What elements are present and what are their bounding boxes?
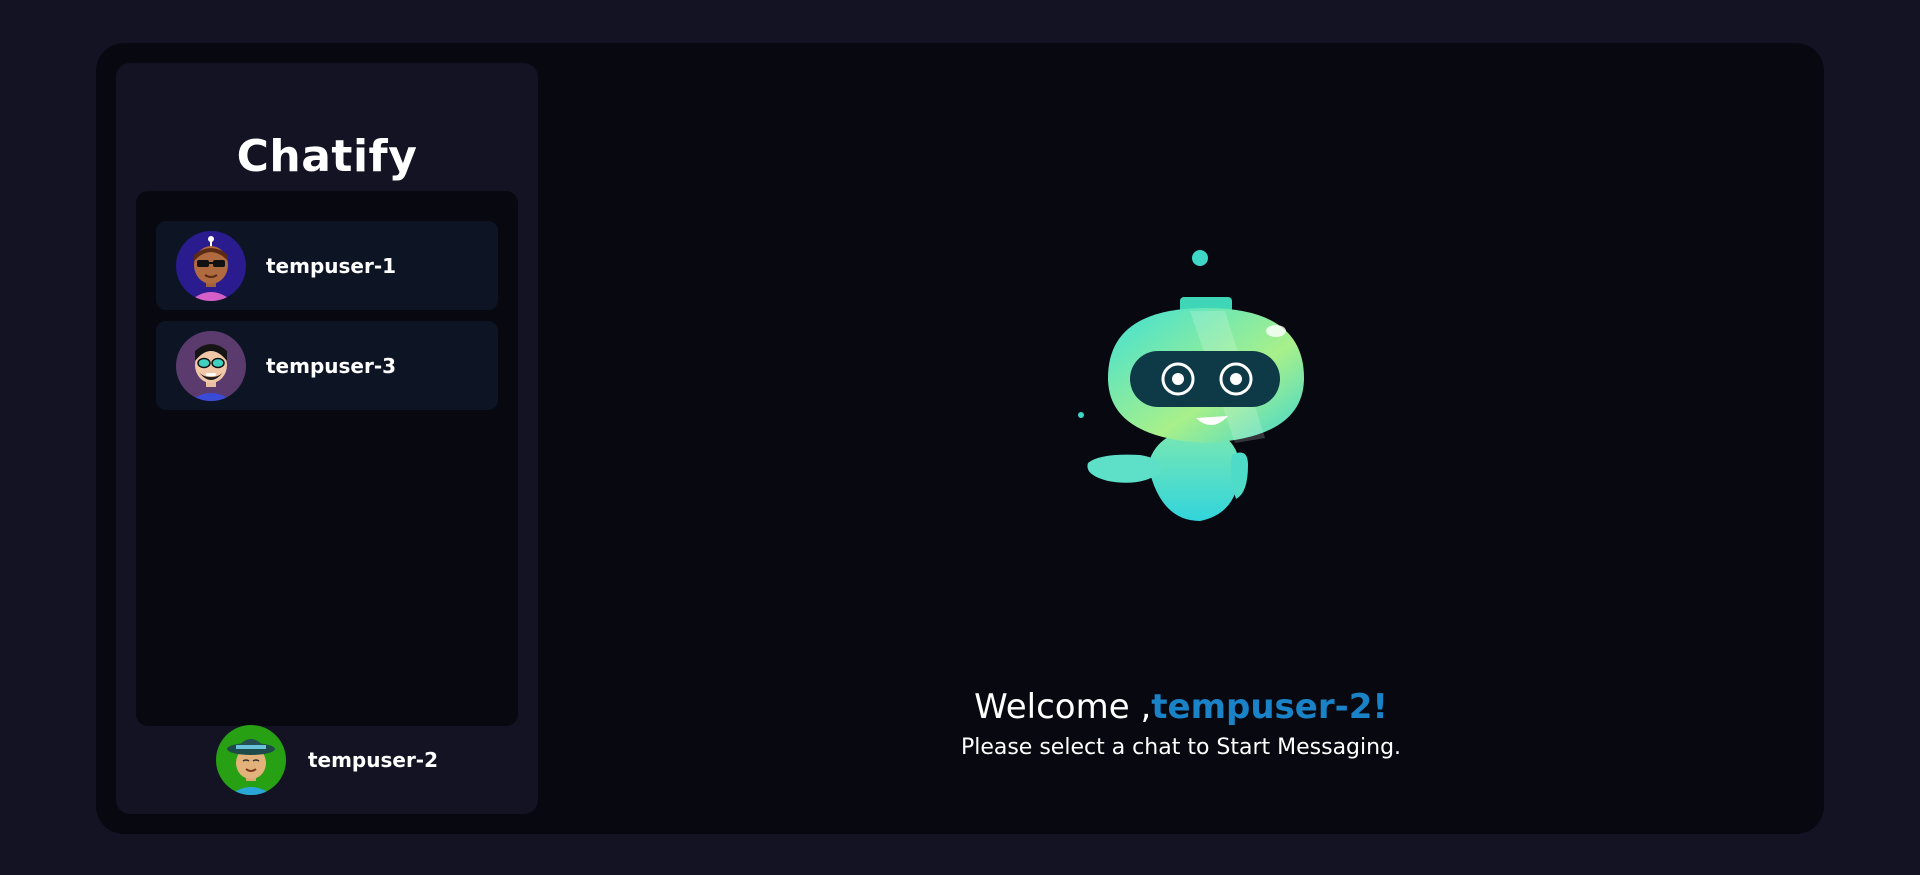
current-user-name: tempuser-2 bbox=[307, 748, 439, 772]
welcome-username: tempuser-2! bbox=[1151, 687, 1388, 727]
welcome-heading: Welcome ,tempuser-2! bbox=[538, 687, 1824, 727]
welcome-subtitle: Please select a chat to Start Messaging. bbox=[960, 735, 1402, 760]
contact-item-tempuser-1[interactable]: tempuser-1 bbox=[156, 221, 498, 310]
brand-title: Chatify bbox=[236, 131, 418, 182]
avatar-hat-icon bbox=[215, 725, 286, 795]
current-user: tempuser-2 bbox=[116, 724, 538, 796]
contacts-list[interactable]: tempuser-1 tempuser-3 bbox=[136, 191, 518, 726]
welcome-panel: Welcome ,tempuser-2! Please select a cha… bbox=[538, 43, 1824, 834]
contact-name: tempuser-1 bbox=[266, 253, 397, 278]
contact-item-tempuser-3[interactable]: tempuser-3 bbox=[156, 321, 498, 410]
sidebar: Chatify tempuser-1 tempuser-3 tempuser-2 bbox=[116, 63, 538, 814]
welcome-greeting: Welcome , bbox=[974, 687, 1152, 727]
chat-app-container: Chatify tempuser-1 tempuser-3 tempuser-2… bbox=[96, 43, 1824, 834]
avatar-bearded-icon bbox=[176, 330, 246, 401]
robot-icon bbox=[1060, 203, 1310, 523]
contact-name: tempuser-3 bbox=[266, 353, 397, 378]
avatar-sunglasses-icon bbox=[176, 230, 246, 301]
